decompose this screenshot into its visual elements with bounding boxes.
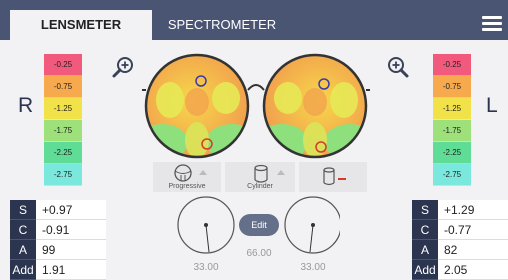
cylinder-button[interactable]: Cylinder: [225, 162, 295, 192]
right-lens-map[interactable]: [140, 53, 258, 162]
left-pd-value: 33.00: [300, 262, 326, 273]
add-value: 2.05: [438, 259, 508, 280]
right-pd-value: 33.00: [193, 262, 219, 273]
scale-cell: -2.75: [433, 164, 471, 186]
scale-cell: -1.75: [433, 120, 471, 142]
table-row: A 82: [412, 239, 508, 260]
sphere-label: S: [10, 200, 36, 220]
scale-cell: -0.25: [433, 54, 471, 76]
table-row: S +0.97: [10, 200, 106, 220]
scale-cell: -0.25: [44, 54, 82, 76]
tab-spectrometer[interactable]: SPECTROMETER: [152, 10, 292, 40]
cylinder-label: Cylinder: [247, 183, 273, 190]
right-lens-values: S +0.97 C -0.91 A 99 Add 1.91: [10, 200, 106, 280]
cylinder-label: C: [10, 219, 36, 240]
left-lens-map[interactable]: [256, 53, 372, 162]
cylinder-value: -0.91: [36, 219, 106, 240]
lens-power-maps: [140, 53, 372, 162]
total-pd-value: 66.00: [246, 248, 272, 259]
add-label: Add: [10, 259, 36, 280]
zoom-in-icon[interactable]: [111, 55, 135, 79]
scale-cell: -1.25: [433, 98, 471, 120]
scale-cell: -2.25: [44, 142, 82, 164]
progressive-label: Progressive: [168, 183, 206, 190]
left-power-scale: -0.25 -0.75 -1.25 -1.75 -2.25 -2.75: [433, 54, 471, 188]
cylinder-minus-icon: [323, 167, 346, 186]
scale-cell: -2.75: [44, 164, 82, 186]
sphere-value: +1.29: [438, 200, 508, 220]
axis-value: 99: [36, 239, 106, 260]
progressive-button[interactable]: Progressive: [153, 162, 221, 192]
menu-icon[interactable]: [482, 16, 502, 32]
axis-label: A: [412, 239, 438, 260]
table-row: Add 2.05: [412, 259, 508, 280]
sphere-value: +0.97: [36, 200, 106, 220]
axis-label: A: [10, 239, 36, 260]
scale-cell: -1.25: [44, 98, 82, 120]
scale-cell: -1.75: [44, 120, 82, 142]
add-label: Add: [412, 259, 438, 280]
cylinder-minus-button[interactable]: [299, 162, 367, 192]
tab-bar: LENSMETER SPECTROMETER: [0, 0, 508, 40]
right-power-scale: -0.25 -0.75 -1.25 -1.75 -2.25 -2.75: [44, 54, 82, 188]
table-row: Add 1.91: [10, 259, 106, 280]
cylinder-icon: [254, 164, 285, 183]
sphere-label: S: [412, 200, 438, 220]
table-row: C -0.77: [412, 219, 508, 240]
scale-cell: -0.75: [433, 76, 471, 98]
axis-value: 82: [438, 239, 508, 260]
scale-cell: -0.75: [44, 76, 82, 98]
cylinder-value: -0.77: [438, 219, 508, 240]
progressive-lens-icon: [174, 164, 207, 182]
table-row: A 99: [10, 239, 106, 260]
cylinder-label: C: [412, 219, 438, 240]
table-row: S +1.29: [412, 200, 508, 220]
table-row: C -0.91: [10, 219, 106, 240]
edit-button[interactable]: Edit: [239, 214, 279, 236]
right-eye-label: R: [18, 94, 34, 117]
left-lens-values: S +1.29 C -0.77 A 82 Add 2.05: [412, 200, 508, 280]
zoom-in-icon[interactable]: [386, 55, 410, 79]
tab-lensmeter[interactable]: LENSMETER: [10, 10, 152, 40]
add-value: 1.91: [36, 259, 106, 280]
scale-cell: -2.25: [433, 142, 471, 164]
left-eye-label: L: [486, 94, 498, 117]
